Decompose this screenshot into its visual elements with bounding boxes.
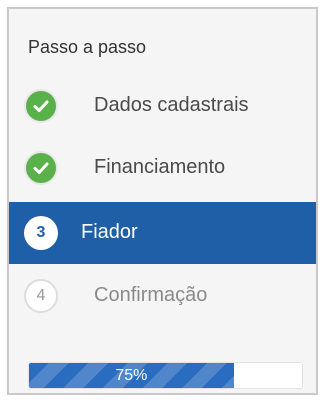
- progress-label: 75%: [115, 366, 148, 384]
- check-icon: [24, 151, 58, 185]
- step-number-badge: 4: [24, 279, 58, 313]
- progress-bar: 75%: [28, 362, 303, 389]
- step-by-step-panel: Passo a passo Dados cadastrais Financiam…: [7, 7, 318, 395]
- step-label: Fiador: [81, 221, 138, 243]
- step-confirmacao[interactable]: 4 Confirmação: [9, 265, 316, 327]
- step-financiamento[interactable]: Financiamento: [9, 137, 316, 199]
- step-label: Dados cadastrais: [94, 94, 249, 116]
- check-icon: [24, 89, 58, 123]
- step-label: Financiamento: [94, 156, 226, 178]
- step-label: Confirmação: [94, 284, 208, 306]
- panel-title: Passo a passo: [28, 37, 147, 57]
- progress-fill: 75%: [29, 363, 234, 388]
- step-number-badge: 3: [24, 216, 58, 250]
- step-dados-cadastrais[interactable]: Dados cadastrais: [9, 75, 316, 137]
- step-fiador[interactable]: 3 Fiador: [9, 202, 316, 264]
